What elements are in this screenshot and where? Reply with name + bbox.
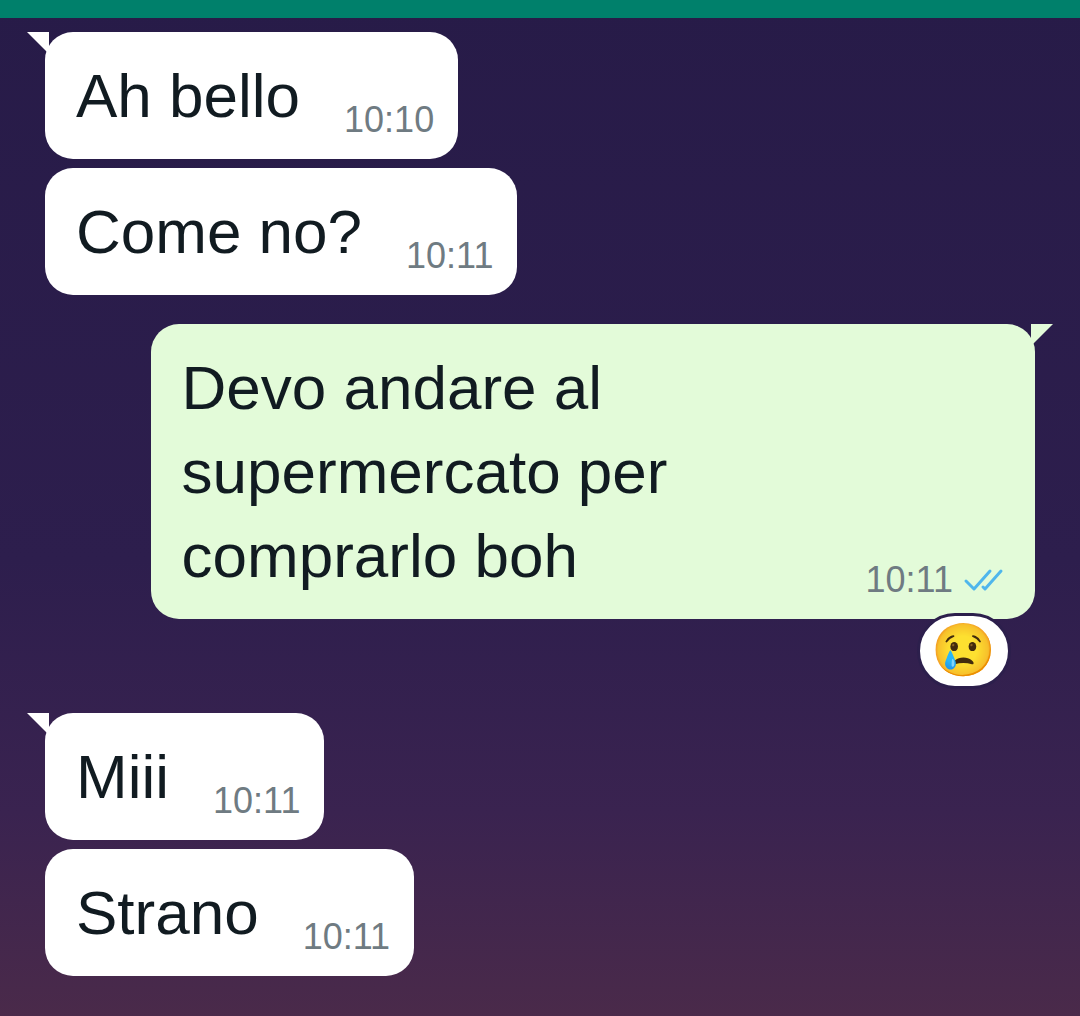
message-time: 10:11 xyxy=(303,915,390,959)
message-text: Miii xyxy=(76,735,169,819)
top-bar xyxy=(0,0,1080,18)
message-time: 10:10 xyxy=(344,98,434,142)
reaction-badge[interactable]: 😢 xyxy=(917,613,1011,689)
message-text: Come no? xyxy=(76,190,362,274)
message-time: 10:11 xyxy=(213,779,300,823)
message-text: Strano xyxy=(76,871,259,955)
bubble-tail xyxy=(27,713,49,735)
message-row: Miii 10:11 xyxy=(45,713,1035,840)
message-meta: 10:11 xyxy=(406,234,493,278)
message-bubble[interactable]: Come no? 10:11 xyxy=(45,168,517,295)
message-bubble[interactable]: Miii 10:11 xyxy=(45,713,324,840)
message-meta: 10:11 xyxy=(213,779,300,823)
double-tick-icon xyxy=(963,566,1011,594)
message-row: Ah bello 10:10 xyxy=(45,32,1035,159)
message-row: Strano 10:11 xyxy=(45,849,1035,976)
bubble-tail xyxy=(1031,324,1053,346)
message-time: 10:11 xyxy=(406,234,493,278)
message-bubble[interactable]: Strano 10:11 xyxy=(45,849,414,976)
message-text: Ah bello xyxy=(76,54,300,138)
message-meta: 10:10 xyxy=(344,98,434,142)
message-meta: 10:11 xyxy=(866,558,1011,602)
message-row: Come no? 10:11 xyxy=(45,168,1035,295)
message-time: 10:11 xyxy=(866,558,953,602)
message-row: Devo andare al supermercato per comprarl… xyxy=(45,324,1035,689)
message-bubble[interactable]: Ah bello 10:10 xyxy=(45,32,458,159)
message-text: Devo andare al supermercato per comprarl… xyxy=(182,346,822,598)
message-bubble[interactable]: Devo andare al supermercato per comprarl… xyxy=(151,324,1035,619)
message-list: Ah bello 10:10 Come no? 10:11 Devo andare al… xyxy=(0,18,1080,976)
bubble-tail xyxy=(27,32,49,54)
message-meta: 10:11 xyxy=(303,915,390,959)
